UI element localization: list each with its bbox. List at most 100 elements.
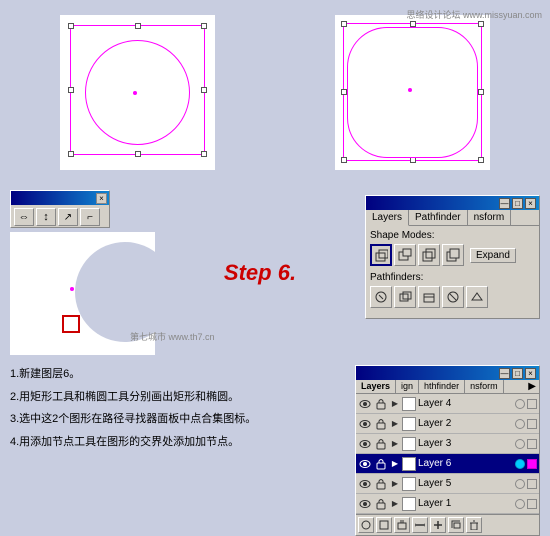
shape-mode-buttons: Expand [370,244,535,266]
layer-name-2: Layer 3 [418,438,513,449]
layer-lock-1[interactable] [374,417,388,431]
layers-min-btn[interactable]: — [499,368,510,379]
layers-tab-align[interactable]: ign [396,380,419,393]
handle-br2 [478,157,484,163]
layer-lock-2[interactable] [374,437,388,451]
layer-row-0[interactable]: ▶ Layer 4 [356,394,539,414]
layer-arrow-1[interactable]: ▶ [390,419,400,429]
layer-row-3[interactable]: ▶ Layer 6 [356,454,539,474]
pf-btn-3[interactable] [418,286,440,308]
center-dot-r [408,88,412,92]
layers-tab-layers[interactable]: Layers [356,380,396,393]
tab-transform[interactable]: nsform [468,210,512,225]
layer-square-3 [527,459,537,469]
tool-icon-1[interactable]: ⇔ [14,208,34,226]
footer-btn-2[interactable] [376,517,392,533]
tab-layers[interactable]: Layers [366,210,409,226]
bottom-section: 1.新建图层6。 2.用矩形工具和椭圆工具分别画出矩形和椭圆。 3.选中这2个图… [0,360,550,530]
footer-btn-3[interactable] [394,517,410,533]
shape-modes-label: Shape Modes: [370,230,535,241]
circle-cutout [75,242,155,342]
layer-circle-4 [515,479,525,489]
layer-eye-4[interactable] [358,477,372,491]
pf-btn-5[interactable] [466,286,488,308]
layer-thumb-3 [402,457,416,471]
pathfinder-tabs: Layers Pathfinder nsform [366,210,539,226]
layer-eye-3[interactable] [358,457,372,471]
footer-btn-4[interactable] [412,517,428,533]
pathfinders-label: Pathfinders: [370,272,535,283]
center-dot [133,91,137,95]
footer-btn-trash[interactable] [466,517,482,533]
step-label: Step 6. [224,260,296,286]
layers-menu-btn[interactable]: ▶ [525,380,539,393]
handle-tr [201,23,207,29]
layer-eye-1[interactable] [358,417,372,431]
layers-panel: — □ × Layers ign hthfinder nsform ▶ [355,365,540,536]
title-btns: — □ × [499,198,536,209]
footer-btn-1[interactable] [358,517,374,533]
layer-square-1 [527,419,537,429]
pathfinder-close-btn[interactable]: × [525,198,536,209]
watermark-top: 思络设计论坛 www.missyuan.com [406,8,542,21]
tool-icon-2[interactable]: ↕ [36,208,56,226]
tool-close-btn[interactable]: × [96,193,107,204]
pathfinder-body: Shape Modes: Expand Pathfinders: [366,226,539,318]
layer-lock-3[interactable] [374,457,388,471]
layer-arrow-2[interactable]: ▶ [390,439,400,449]
layer-circle-5 [515,499,525,509]
pf-btn-2[interactable] [394,286,416,308]
layer-arrow-3[interactable]: ▶ [390,459,400,469]
footer-btn-5[interactable] [430,517,446,533]
layer-row-5[interactable]: ▶ Layer 1 [356,494,539,514]
pathfinder-buttons [370,286,535,308]
tool-icon-3[interactable]: ↗ [58,208,78,226]
expand-button[interactable]: Expand [470,248,516,263]
ellipse-shape [85,40,190,145]
layers-close-btn[interactable]: × [525,368,536,379]
mode-btn-minus[interactable] [394,244,416,266]
layer-row-2[interactable]: ▶ Layer 3 [356,434,539,454]
layer-arrow-5[interactable]: ▶ [390,499,400,509]
pathfinder-max-btn[interactable]: □ [512,198,523,209]
left-canvas-area [10,10,265,175]
layers-tab-transform[interactable]: nsform [465,380,504,393]
middle-section: × ⇔ ↕ ↗ ⌐ Step 6. — □ [0,185,550,360]
layer-square-2 [527,439,537,449]
pathfinder-min-btn[interactable]: — [499,198,510,209]
mode-btn-unite[interactable] [370,244,392,266]
layer-circle-0 [515,399,525,409]
instruction-2: 2.用矩形工具和椭圆工具分别画出矩形和椭圆。 [10,388,345,407]
handle-bl2 [341,157,347,163]
mode-btn-intersect[interactable] [418,244,440,266]
tool-icon-4[interactable]: ⌐ [80,208,100,226]
small-sel-box [62,315,80,333]
watermark-mid: 第七城市 www.th7.cn [130,330,215,343]
pf-btn-1[interactable] [370,286,392,308]
layer-eye-2[interactable] [358,437,372,451]
layer-eye-5[interactable] [358,497,372,511]
instructions-area: 1.新建图层6。 2.用矩形工具和椭圆工具分别画出矩形和椭圆。 3.选中这2个图… [10,365,345,525]
footer-btn-6[interactable] [448,517,464,533]
mode-btn-exclude[interactable] [442,244,464,266]
layers-max-btn[interactable]: □ [512,368,523,379]
pathfinder-titlebar: — □ × [366,196,539,210]
tool-icons-row: ⇔ ↕ ↗ ⌐ [11,205,109,229]
layer-lock-0[interactable] [374,397,388,411]
instruction-3: 3.选中这2个图形在路径寻找器面板中点合集图标。 [10,410,345,429]
layer-row-4[interactable]: ▶ Layer 5 [356,474,539,494]
layer-circle-1 [515,419,525,429]
tab-pathfinder[interactable]: Pathfinder [409,210,468,225]
layer-arrow-0[interactable]: ▶ [390,399,400,409]
layer-name-0: Layer 4 [418,398,513,409]
layer-lock-5[interactable] [374,497,388,511]
layer-arrow-4[interactable]: ▶ [390,479,400,489]
handle-ml [68,87,74,93]
pf-btn-4[interactable] [442,286,464,308]
layer-eye-0[interactable] [358,397,372,411]
layer-lock-4[interactable] [374,477,388,491]
layers-tab-pathfinder[interactable]: hthfinder [419,380,465,393]
layer-row-1[interactable]: ▶ Layer 2 [356,414,539,434]
top-section: 思络设计论坛 www.missyuan.com [0,0,550,185]
handle-tm [135,23,141,29]
